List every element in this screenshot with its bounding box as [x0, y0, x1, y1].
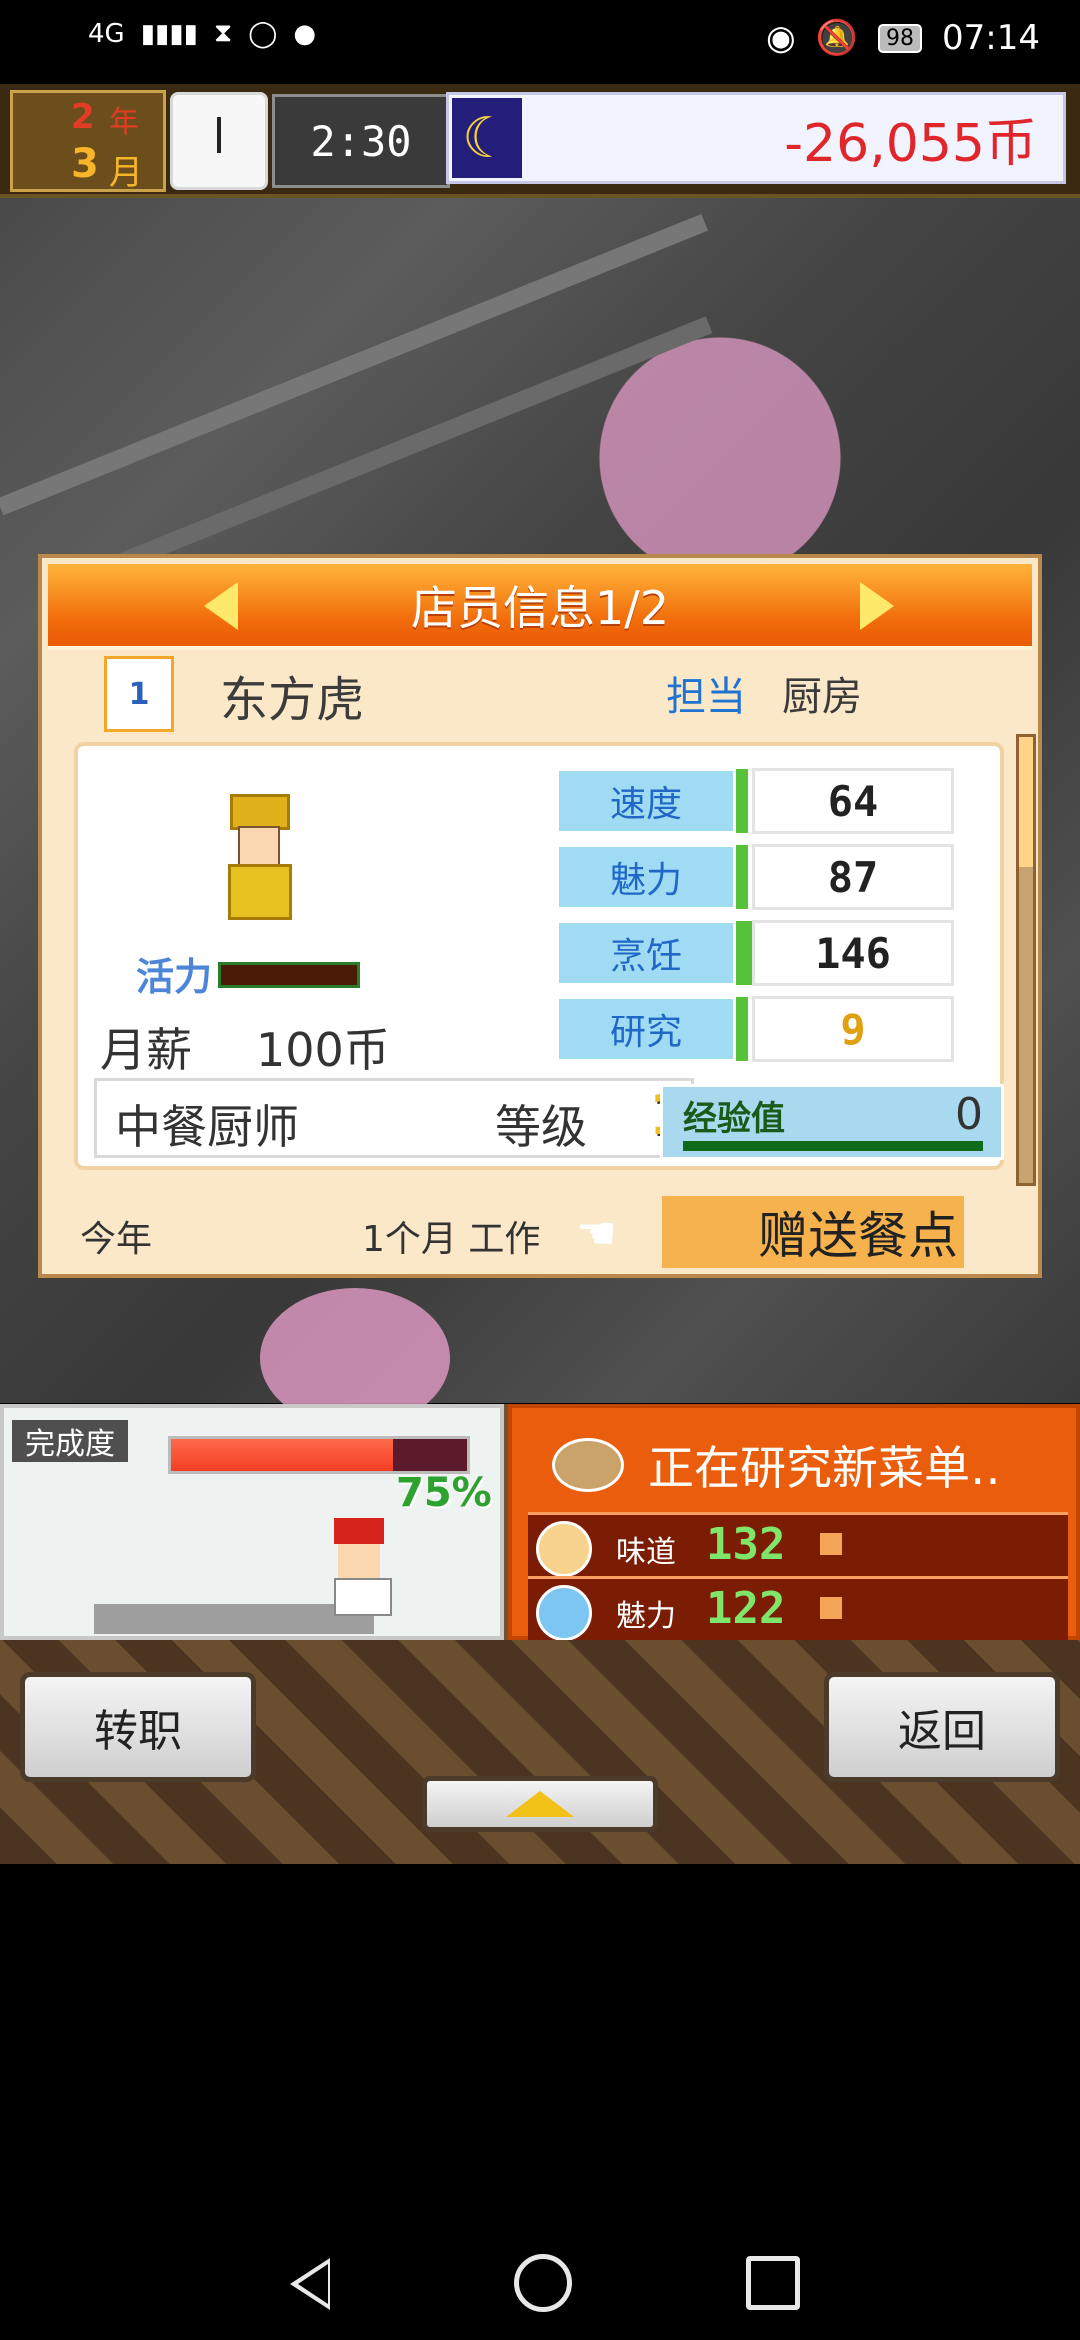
salary-value: 100币 [256, 1023, 390, 1077]
gift-meal-button[interactable]: ☚ 赠送餐点 [576, 1196, 964, 1268]
vitality-label: 活力 [136, 955, 213, 999]
exp-bar [683, 1141, 983, 1151]
game-time: 2:30 [272, 94, 450, 188]
stat-value-speed: 64 [752, 768, 954, 834]
status-time: 07:14 [942, 18, 1040, 58]
vitality-bar [218, 962, 360, 988]
network-label: 4G [88, 18, 125, 49]
research-value-charm: 122 [706, 1583, 786, 1634]
back-button[interactable]: 返回 [824, 1672, 1060, 1782]
taste-icon [536, 1521, 592, 1577]
research-label-charm: 魅力 [616, 1599, 676, 1634]
nav-recent-icon[interactable] [746, 2256, 800, 2310]
clock-icon [170, 92, 268, 190]
rank-badge-icon: 1 [104, 656, 174, 732]
stat-value-cooking: 146 [752, 920, 954, 986]
moon-icon: ☾ [452, 98, 522, 178]
research-row-taste: 味道 132 [528, 1512, 1068, 1579]
status-bar: 4G ▮▮▮▮ ⧗ ◯ ● ◉ 🔕 98 07:14 [0, 0, 1080, 84]
exp-value: 0 [955, 1089, 983, 1140]
stat-gauge [736, 769, 748, 833]
research-label-taste: 味道 [616, 1535, 676, 1570]
money-display: -26,055币 [446, 92, 1066, 184]
stat-value-charm: 87 [752, 844, 954, 910]
message-icon: ● [293, 18, 316, 49]
stat-gauge [736, 997, 748, 1061]
completion-percent: 75% [396, 1470, 492, 1516]
role-value: 厨房 [782, 674, 862, 720]
research-marker [820, 1597, 842, 1619]
role-label: 担当 [666, 674, 746, 720]
calendar-panel: 2 年 3 月 [10, 90, 166, 193]
completion-label: 完成度 [12, 1420, 128, 1462]
completion-progress [168, 1436, 470, 1474]
nav-back-icon[interactable] [290, 2258, 330, 2310]
eye-icon: ◉ [766, 18, 796, 58]
up-arrow-icon [506, 1791, 574, 1817]
research-row-charm: 魅力 122 [528, 1576, 1068, 1643]
level-label: 等级 [495, 1100, 587, 1154]
nav-home-icon[interactable] [514, 2254, 572, 2312]
game-hud: 2 年 3 月 2:30 -26,055币 ☾ [0, 84, 1080, 198]
year-number: 2 [71, 97, 95, 137]
stat-label-cooking: 烹饪 [556, 920, 736, 986]
experience-box: 经验值 0 [660, 1084, 1004, 1160]
battery-level: 98 [878, 23, 923, 53]
hourglass-icon: ⧗ [213, 18, 233, 48]
staff-info-dialog: 店员信息1/2 1 东方虎 担当 厨房 活力 月薪 100币 速度 64 魅力 … [38, 554, 1042, 1278]
scrollbar-thumb[interactable] [1019, 737, 1033, 867]
research-value-taste: 132 [706, 1519, 786, 1570]
salary-label: 月薪 [100, 1023, 192, 1077]
chef-sprite [222, 794, 292, 924]
kitchen-scene: 完成度 75% [0, 1404, 504, 1640]
signal-icon: ▮▮▮▮ [140, 18, 198, 49]
stat-label-speed: 速度 [556, 768, 736, 834]
expand-button[interactable] [422, 1776, 658, 1832]
month-unit: 月 [109, 153, 143, 193]
stat-value-research: 9 [752, 996, 954, 1062]
job-row: 中餐厨师 等级 1 [94, 1078, 694, 1158]
staff-name: 东方虎 [220, 672, 365, 728]
navigation-bar [0, 2236, 1080, 2340]
research-title: 正在研究新菜单‥ [648, 1441, 1001, 1495]
sync-icon: ◯ [248, 18, 278, 49]
kitchen-counter [94, 1604, 374, 1634]
change-job-button[interactable]: 转职 [20, 1672, 256, 1782]
year-unit: 年 [109, 105, 139, 140]
research-marker [820, 1533, 842, 1555]
stat-label-research: 研究 [556, 996, 736, 1062]
pointing-hand-icon: ☚ [576, 1206, 618, 1260]
completion-progress-fill [171, 1439, 393, 1471]
months-worked: 1个月 工作 [362, 1219, 541, 1260]
charm-icon [536, 1585, 592, 1641]
exp-label: 经验值 [683, 1099, 785, 1139]
mute-icon: 🔕 [815, 18, 859, 58]
prev-staff-arrow-icon[interactable] [204, 582, 238, 630]
next-staff-arrow-icon[interactable] [860, 582, 894, 630]
gift-meal-label: 赠送餐点 [758, 1207, 958, 1265]
this-year-label: 今年 [80, 1219, 153, 1260]
stat-gauge [736, 845, 748, 909]
bottom-panel: 完成度 75% 正在研究新菜单‥ 味道 132 魅力 122 转职 返回 [0, 1404, 1080, 1864]
cook-sprite [324, 1518, 394, 1616]
menu-research-icon [552, 1438, 624, 1492]
scrollbar[interactable] [1016, 734, 1036, 1186]
dialog-titlebar: 店员信息1/2 [48, 564, 1032, 650]
month-number: 3 [71, 141, 99, 187]
job-title: 中餐厨师 [115, 1100, 299, 1154]
research-panel: 正在研究新菜单‥ 味道 132 魅力 122 [508, 1404, 1080, 1643]
stat-label-charm: 魅力 [556, 844, 736, 910]
